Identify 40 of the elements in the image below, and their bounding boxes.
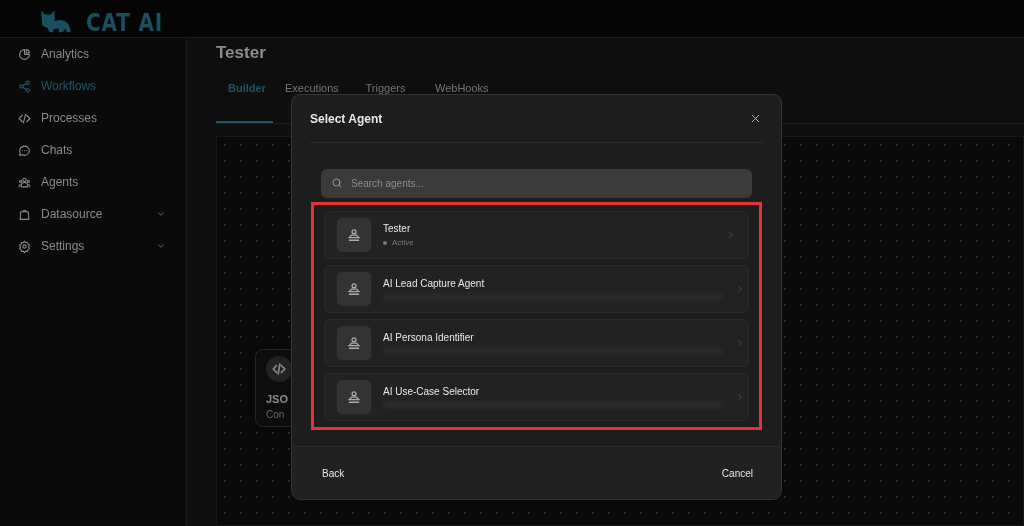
share-icon [18,79,31,93]
agent-name: AI Use-Case Selector [383,385,481,397]
agent-item[interactable]: AI Lead Capture Agent [324,265,749,313]
node-subtitle: Con [266,409,286,420]
agent-icon [337,380,371,414]
cancel-button[interactable]: Cancel [711,463,763,483]
agent-item[interactable]: AI Persona Identifier [324,319,749,367]
agent-icon [337,272,371,306]
status-label: Active [383,238,714,247]
search-field[interactable]: Search agents... [321,169,752,198]
agent-item[interactable]: Tester Active [324,211,749,259]
chat-icon [18,143,31,157]
people-icon [18,175,31,189]
sidebar-item[interactable]: Datasource [0,198,186,230]
sidebar-item[interactable]: Agents [0,166,186,198]
back-button[interactable]: Back [312,463,355,483]
dialog-title: Select Agent [310,111,383,126]
settings-icon [18,239,31,253]
agent-name: Tester [383,223,412,234]
agent-name: AI Lead Capture Agent [383,277,486,289]
agent-item[interactable]: AI Use-Case Selector [324,373,749,421]
sidebar-item[interactable]: Analytics [0,38,186,70]
code-icon [18,111,31,125]
sidebar-item[interactable]: Chats [0,134,186,166]
chevron-right-icon [735,392,745,402]
logo-text: CAT AI [86,9,163,37]
pie-chart-icon [18,47,31,61]
agent-icon [337,218,371,252]
search-icon [331,177,343,189]
sidebar-item[interactable]: Settings [0,230,186,262]
sidebar-item[interactable]: Processes [0,102,186,134]
chevron-right-icon [735,338,745,348]
agent-icon [337,326,371,360]
node-title: JSO [266,393,289,405]
page-title: Tester [216,43,267,64]
chevron-right-icon [726,230,736,240]
close-icon [750,113,761,124]
agent-name: AI Persona Identifier [383,331,475,343]
bag-icon [18,207,31,221]
chevron-right-icon [735,284,745,294]
